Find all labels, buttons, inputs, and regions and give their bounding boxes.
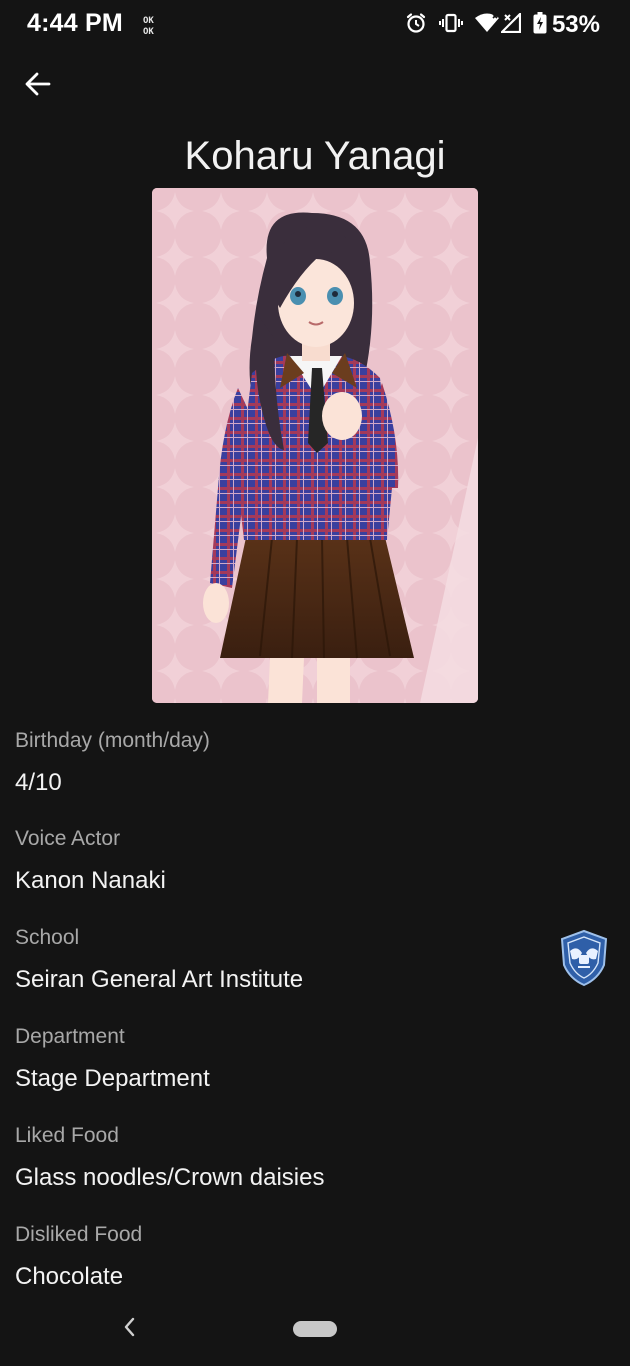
detail-value: Glass noodles/Crown daisies [15,1164,325,1191]
nav-back-button[interactable] [116,1314,142,1344]
battery-percentage: 53% [551,11,600,38]
svg-text:OK: OK [143,16,154,26]
arrow-left-icon [24,70,52,103]
ok-icon: OK OK [141,14,159,37]
detail-label: Birthday (month/day) [15,729,210,752]
detail-value: 4/10 [15,769,62,796]
detail-value: Kanon Nanaki [15,867,166,894]
detail-liked-food: Liked Food Glass noodles/Crown daisies [15,1123,615,1193]
detail-disliked-food: Disliked Food Chocolate [15,1222,615,1292]
signal-icon [499,10,522,38]
detail-voice-actor: Voice Actor Kanon Nanaki [15,826,615,896]
school-emblem-icon[interactable] [558,929,610,987]
detail-label: Liked Food [15,1124,119,1147]
detail-label: Voice Actor [15,827,121,850]
detail-label: Department [15,1025,125,1048]
character-image [152,188,478,703]
svg-text:OK: OK [143,27,154,36]
battery-charging-icon [533,11,547,39]
wifi-icon [474,12,499,38]
status-bar: 4:44 PM OK OK 53% [0,0,630,50]
vibrate-icon [438,12,463,39]
detail-value: Chocolate [15,1263,124,1290]
detail-value: Seiran General Art Institute [15,966,304,993]
chevron-left-icon [122,1316,136,1343]
detail-value: Stage Department [15,1065,210,1092]
detail-school: School Seiran General Art Institute [15,925,615,995]
detail-label: School [15,926,80,949]
status-time: 4:44 PM [27,9,123,37]
detail-birthday: Birthday (month/day) 4/10 [15,728,615,798]
back-button[interactable] [18,66,58,106]
page-title: Koharu Yanagi [184,134,446,178]
alarm-icon [405,12,427,39]
status-icons: 53% [393,10,600,40]
detail-department: Department Stage Department [15,1024,615,1094]
detail-label: Disliked Food [15,1223,143,1246]
home-pill-icon[interactable] [293,1321,337,1337]
